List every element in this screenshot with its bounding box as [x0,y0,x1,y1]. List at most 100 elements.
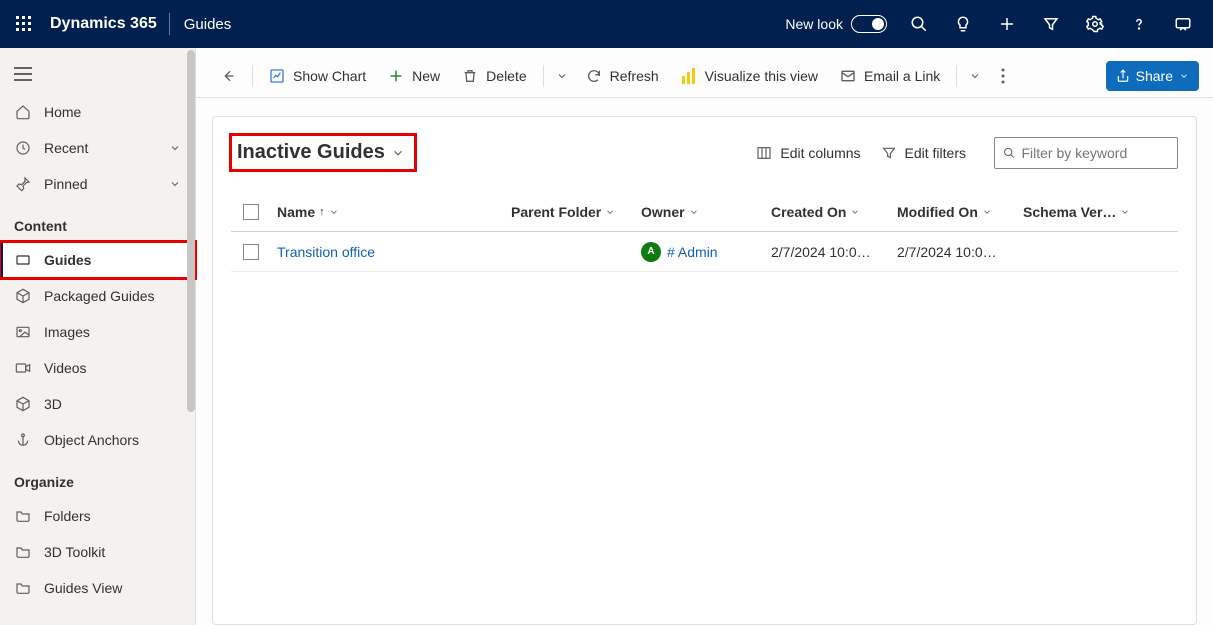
chevron-down-icon [689,207,699,217]
separator [169,13,170,35]
nav-3d-toolkit[interactable]: 3D Toolkit [0,534,195,570]
brand-label[interactable]: Dynamics 365 [40,15,167,33]
owner-link[interactable]: # Admin [667,244,718,260]
cmd-label: Email a Link [864,68,940,84]
sort-asc-icon: ↑ [319,206,325,218]
nav-pinned[interactable]: Pinned [0,166,195,202]
view-panel: Inactive Guides Edit columns Edit filter… [212,116,1197,625]
chevron-down-icon [169,142,183,154]
email-dropdown[interactable] [963,60,987,92]
nav-label: 3D [44,396,183,412]
nav-object-anchors[interactable]: Object Anchors [0,422,195,458]
record-link[interactable]: Transition office [277,244,375,260]
nav-videos[interactable]: Videos [0,350,195,386]
toggle-switch-icon[interactable] [851,15,887,33]
more-commands-button[interactable] [989,68,1017,84]
cmd-label: Share [1136,68,1173,84]
column-header-schema[interactable]: Schema Ver… [1023,204,1133,220]
search-icon[interactable] [897,0,941,48]
home-icon [14,103,32,121]
main-content: Show Chart New Delete Refresh Visualize … [196,48,1213,625]
column-header-parent[interactable]: Parent Folder [511,204,641,220]
refresh-button[interactable]: Refresh [576,60,669,92]
nav-label: Folders [44,508,183,524]
cell-modified: 2/7/2024 10:0… [897,244,1023,260]
cmd-label: New [412,68,440,84]
table-row[interactable]: Transition office A # Admin 2/7/2024 10:… [231,232,1178,272]
back-button[interactable] [210,60,246,92]
nav-label: Pinned [44,176,157,192]
image-icon [14,323,32,341]
chevron-down-icon [169,178,183,190]
help-icon[interactable] [1117,0,1161,48]
nav-recent[interactable]: Recent [0,130,195,166]
nav-guides[interactable]: Guides [0,242,195,278]
hamburger-icon[interactable] [0,54,195,94]
nav-label: Home [44,104,183,120]
nav-packaged-guides[interactable]: Packaged Guides [0,278,195,314]
nav-label: Packaged Guides [44,288,183,304]
filter-icon [881,145,897,161]
folder-icon [14,579,32,597]
filter-icon[interactable] [1029,0,1073,48]
delete-button[interactable]: Delete [452,60,536,92]
view-header: Inactive Guides Edit columns Edit filter… [231,135,1178,170]
lightbulb-icon[interactable] [941,0,985,48]
nav-images[interactable]: Images [0,314,195,350]
share-button[interactable]: Share [1106,61,1199,91]
cell-owner[interactable]: A # Admin [641,242,771,262]
app-name-label[interactable]: Guides [176,16,240,33]
command-bar: Show Chart New Delete Refresh Visualize … [196,54,1213,98]
select-all-checkbox[interactable] [231,204,271,220]
assistant-icon[interactable] [1161,0,1205,48]
column-header-owner[interactable]: Owner [641,204,771,220]
share-icon [1116,69,1130,83]
separator [956,65,957,87]
chevron-down-icon [982,207,992,217]
visualize-button[interactable]: Visualize this view [671,60,828,92]
settings-icon[interactable] [1073,0,1117,48]
filter-keyword-input[interactable] [994,137,1178,169]
cmd-label: Show Chart [293,68,366,84]
nav-label: Guides [44,252,183,268]
scrollbar[interactable] [187,48,195,625]
add-icon[interactable] [985,0,1029,48]
edit-columns-button[interactable]: Edit columns [746,137,870,169]
section-content: Content [0,202,195,242]
nav-label: Videos [44,360,183,376]
grid-header-row: Name ↑ Parent Folder Owner Created On [231,192,1178,232]
chart-icon [269,68,285,84]
new-look-toggle[interactable]: New look [785,15,887,33]
filter-input[interactable] [1021,145,1169,161]
nav-home[interactable]: Home [0,94,195,130]
separator [543,65,544,87]
cmd-label: Refresh [610,68,659,84]
nav-label: Recent [44,140,157,156]
nav-folders[interactable]: Folders [0,498,195,534]
nav-guides-view[interactable]: Guides View [0,570,195,606]
chevron-down-icon [605,207,615,217]
cell-created: 2/7/2024 10:0… [771,244,897,260]
edit-filters-button[interactable]: Edit filters [871,137,976,169]
app-launcher-icon[interactable] [8,16,40,32]
column-header-created[interactable]: Created On [771,204,897,220]
delete-dropdown[interactable] [550,60,574,92]
cmd-label: Delete [486,68,526,84]
nav-3d[interactable]: 3D [0,386,195,422]
powerbi-icon [681,68,697,84]
cube-icon [14,395,32,413]
new-button[interactable]: New [378,60,450,92]
chevron-down-icon [391,146,405,160]
column-header-name[interactable]: Name ↑ [271,204,511,220]
row-checkbox[interactable] [231,244,271,260]
view-selector[interactable]: Inactive Guides [231,135,415,170]
show-chart-button[interactable]: Show Chart [259,60,376,92]
nav-label: Guides View [44,580,183,596]
column-header-modified[interactable]: Modified On [897,204,1023,220]
search-icon [1003,146,1015,160]
guide-icon [14,251,32,269]
email-link-button[interactable]: Email a Link [830,60,950,92]
chevron-down-icon [850,207,860,217]
package-icon [14,287,32,305]
data-grid: Name ↑ Parent Folder Owner Created On [231,192,1178,272]
